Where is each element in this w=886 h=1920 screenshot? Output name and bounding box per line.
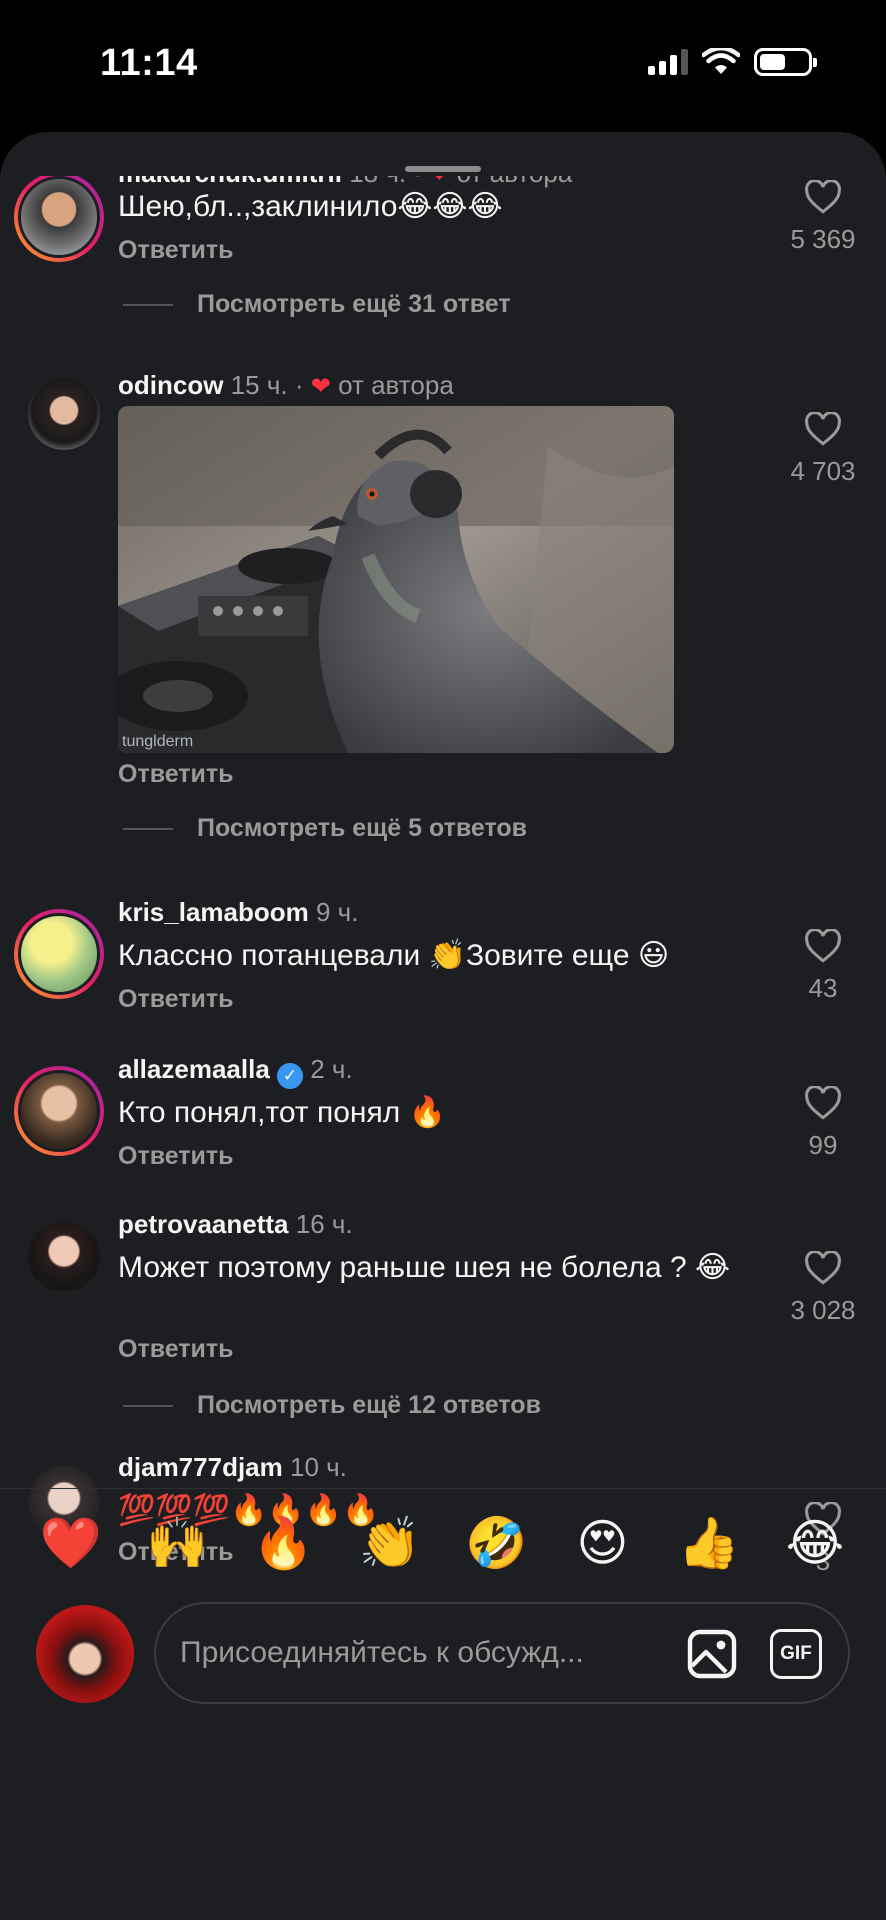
- comment-text: Может поэтому раньше шея не болела ? 😂: [118, 1251, 731, 1284]
- image-picker-icon[interactable]: [686, 1628, 738, 1680]
- like-count: 4 703: [790, 456, 856, 486]
- status-icons: [648, 48, 817, 76]
- wifi-icon: [702, 48, 740, 74]
- reply-button[interactable]: Ответить: [118, 1142, 234, 1171]
- gif-watermark: tunglderm: [122, 733, 193, 750]
- reaction-red-heart[interactable]: ❤️: [30, 1500, 112, 1586]
- comments-list[interactable]: makarchuk.dmitrii 18 ч. · ❤ от автора Ше…: [0, 176, 886, 1586]
- view-more-replies[interactable]: Посмотреть ещё 12 ответов: [123, 1391, 541, 1420]
- quick-reaction-bar: ❤️ 🙌 🔥 👏 🤣 😍 👍 😂: [30, 1500, 856, 1586]
- heart-icon[interactable]: [804, 180, 842, 214]
- reaction-thumbs-up[interactable]: 👍: [668, 1500, 750, 1586]
- comment-meta: djam777djam 10 ч.: [118, 1452, 347, 1483]
- reaction-clapping[interactable]: 👏: [349, 1500, 431, 1586]
- divider: [0, 1488, 886, 1489]
- reaction-raised-hands[interactable]: 🙌: [136, 1500, 218, 1586]
- comment-time: 18 ч.: [349, 176, 406, 188]
- comment-text: Кто понял,тот понял 🔥: [118, 1096, 446, 1129]
- author-like-label: от автора: [457, 176, 573, 188]
- comment-composer: GIF: [154, 1602, 850, 1704]
- heart-icon[interactable]: [804, 412, 842, 446]
- like-count: 5 369: [790, 224, 856, 254]
- view-more-label: Посмотреть ещё 5 ответов: [197, 814, 528, 842]
- avatar[interactable]: [28, 378, 100, 450]
- view-more-label: Посмотреть ещё 31 ответ: [197, 290, 511, 318]
- heart-icon[interactable]: [804, 1086, 842, 1120]
- pigeon-dj-gif-image: tunglderm: [118, 406, 674, 753]
- heart-icon[interactable]: [804, 929, 842, 963]
- meta-separator: ·: [413, 176, 422, 188]
- status-bar: 11:14: [0, 0, 886, 130]
- thread-line: [123, 1404, 173, 1407]
- comment-input[interactable]: [180, 1604, 620, 1702]
- comment-time: 9 ч.: [315, 897, 359, 927]
- comment-meta: odincow 15 ч. · ❤ от автора: [118, 370, 454, 401]
- comment-meta: kris_lamaboom 9 ч.: [118, 897, 358, 928]
- avatar[interactable]: [14, 909, 104, 999]
- reaction-fire[interactable]: 🔥: [243, 1500, 325, 1586]
- comment-time: 16 ч.: [295, 1209, 353, 1239]
- avatar[interactable]: [14, 176, 104, 262]
- heart-icon[interactable]: [804, 1251, 842, 1285]
- like-count: 3 028: [790, 1295, 856, 1325]
- status-time: 11:14: [100, 42, 198, 84]
- username[interactable]: makarchuk.dmitrii: [118, 176, 342, 188]
- like-button[interactable]: 4 703: [784, 412, 862, 487]
- view-more-replies[interactable]: Посмотреть ещё 31 ответ: [123, 290, 511, 319]
- like-button[interactable]: 43: [784, 929, 862, 1004]
- thread-line: [123, 303, 173, 306]
- reply-button[interactable]: Ответить: [118, 1335, 234, 1364]
- comment-time: 15 ч.: [230, 370, 288, 400]
- view-more-label: Посмотреть ещё 12 ответов: [197, 1391, 541, 1419]
- comment-time: 10 ч.: [289, 1452, 347, 1482]
- author-heart-icon: ❤: [310, 373, 331, 400]
- comment-text: Классно потанцевали 👏Зовите еще 😃: [118, 939, 670, 972]
- author-like-label: от автора: [338, 370, 454, 400]
- like-count: 43: [808, 973, 838, 1003]
- meta-separator: ·: [294, 370, 304, 400]
- reaction-rofl[interactable]: 🤣: [455, 1500, 537, 1586]
- comment-text: Шею,бл..,заклинило😂😂😂: [118, 190, 503, 223]
- cellular-signal-icon: [648, 49, 688, 75]
- view-more-replies[interactable]: Посмотреть ещё 5 ответов: [123, 814, 527, 843]
- avatar[interactable]: [14, 1066, 104, 1156]
- author-heart-icon: ❤: [429, 176, 449, 188]
- like-button[interactable]: 5 369: [784, 180, 862, 255]
- username[interactable]: petrovaanetta: [118, 1209, 289, 1239]
- like-button[interactable]: 99: [784, 1086, 862, 1161]
- gif-picker-button[interactable]: GIF: [770, 1629, 822, 1679]
- comment-time: 2 ч.: [310, 1054, 353, 1084]
- reply-button[interactable]: Ответить: [118, 760, 234, 789]
- verified-badge-icon: ✓: [277, 1063, 304, 1089]
- username[interactable]: kris_lamaboom: [118, 897, 309, 927]
- thread-line: [123, 827, 173, 830]
- current-user-avatar[interactable]: [36, 1605, 134, 1703]
- reply-button[interactable]: Ответить: [118, 985, 234, 1014]
- like-count: 99: [808, 1130, 838, 1160]
- username[interactable]: djam777djam: [118, 1452, 283, 1482]
- avatar[interactable]: [28, 1221, 100, 1293]
- comment-gif[interactable]: tunglderm: [118, 406, 674, 753]
- username[interactable]: odincow: [118, 370, 223, 400]
- sheet-grabber[interactable]: [405, 166, 481, 172]
- like-button[interactable]: 3 028: [784, 1251, 862, 1326]
- comment-meta: petrovaanetta 16 ч.: [118, 1209, 353, 1240]
- reaction-tears-of-joy[interactable]: 😂: [774, 1500, 856, 1586]
- username[interactable]: allazemaalla: [118, 1054, 270, 1084]
- reaction-heart-eyes[interactable]: 😍: [561, 1500, 643, 1586]
- comment-meta: allazemaalla ✓ 2 ч.: [118, 1054, 353, 1089]
- battery-icon: [754, 48, 817, 76]
- reply-button[interactable]: Ответить: [118, 236, 234, 265]
